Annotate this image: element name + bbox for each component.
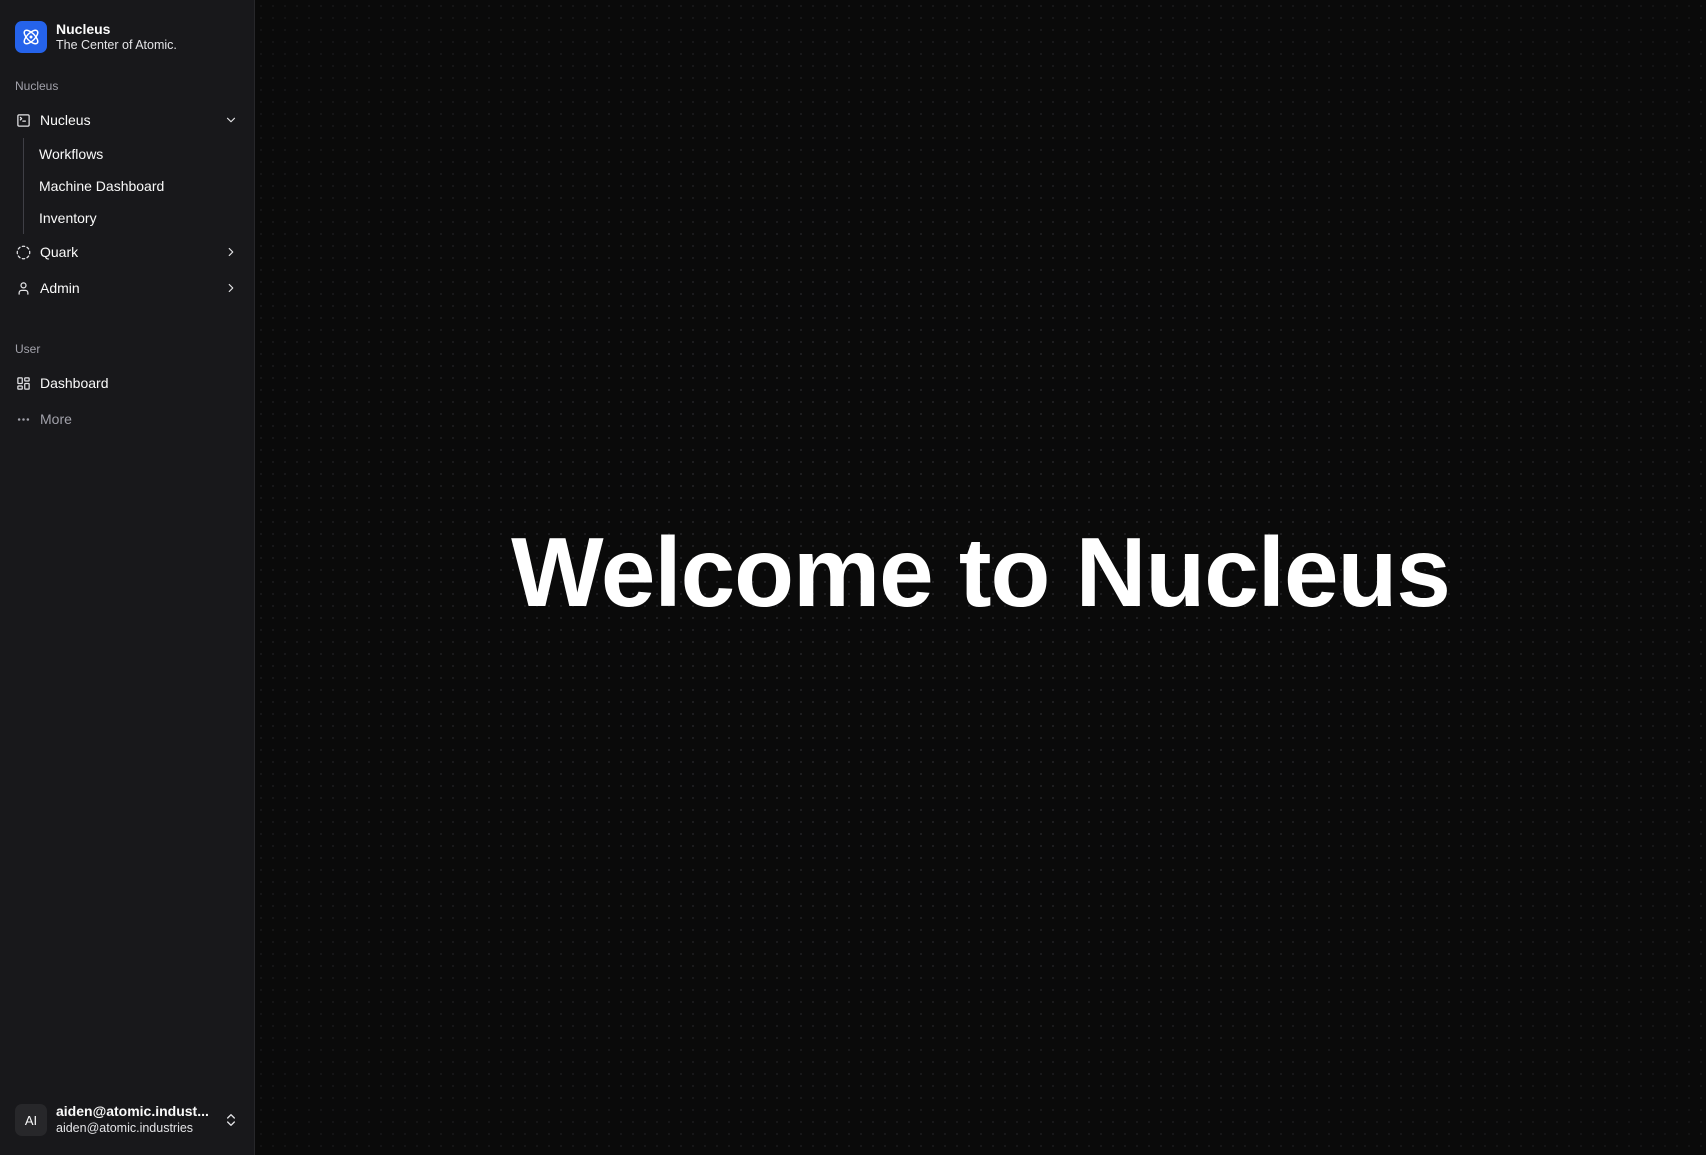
app-shell: Nucleus The Center of Atomic. Nucleus Nu…	[0, 0, 1706, 1155]
user-name: aiden@atomic.indust...	[56, 1103, 209, 1120]
chevron-right-icon[interactable]	[224, 245, 238, 259]
chevrons-up-down-icon	[223, 1112, 239, 1128]
avatar: AI	[15, 1104, 47, 1136]
sidebar-item-label: Admin	[40, 280, 80, 296]
group-label-nucleus: Nucleus	[15, 79, 59, 93]
brand-name: Nucleus	[56, 21, 111, 38]
sidebar-subitem-workflows[interactable]: Workflows	[33, 138, 246, 170]
circle-dashed-icon	[16, 245, 31, 260]
sidebar-item-nucleus[interactable]: Nucleus	[8, 102, 246, 138]
sidebar-item-label: More	[40, 411, 72, 427]
layout-dashboard-icon	[16, 376, 31, 391]
sidebar-item-label: Quark	[40, 244, 79, 260]
user-menu-button[interactable]: AI aiden@atomic.indust... aiden@atomic.i…	[8, 1097, 246, 1143]
nav-nucleus: Nucleus Workflows Machine Dashboard Inve…	[0, 96, 254, 306]
sidebar-item-admin[interactable]: Admin	[8, 270, 246, 306]
subnav-nucleus: Workflows Machine Dashboard Inventory	[23, 138, 246, 234]
terminal-square-icon	[16, 113, 31, 128]
sidebar-subitem-inventory[interactable]: Inventory	[33, 202, 246, 234]
sidebar-subitem-machine-dashboard[interactable]: Machine Dashboard	[33, 170, 246, 202]
atom-logo-icon	[15, 21, 47, 53]
brand-header[interactable]: Nucleus The Center of Atomic.	[0, 0, 254, 60]
sidebar-item-more[interactable]: More	[8, 401, 246, 437]
chevron-right-icon[interactable]	[224, 281, 238, 295]
sidebar-item-dashboard[interactable]: Dashboard	[8, 365, 246, 401]
sidebar-item-quark[interactable]: Quark	[8, 234, 246, 270]
brand-tagline: The Center of Atomic.	[56, 37, 177, 52]
more-horizontal-icon	[16, 412, 31, 427]
chevron-down-icon[interactable]	[224, 113, 238, 127]
sidebar-item-label: Nucleus	[40, 112, 91, 128]
sidebar-item-label: Dashboard	[40, 375, 109, 391]
nav-user: Dashboard More	[0, 359, 254, 437]
sidebar: Nucleus The Center of Atomic. Nucleus Nu…	[0, 0, 255, 1155]
main-content: Welcome to Nucleus	[255, 0, 1706, 1155]
user-email: aiden@atomic.industries	[56, 1120, 194, 1135]
group-label-user: User	[15, 342, 41, 356]
welcome-heading: Welcome to Nucleus	[511, 517, 1451, 627]
user-icon	[16, 281, 31, 296]
